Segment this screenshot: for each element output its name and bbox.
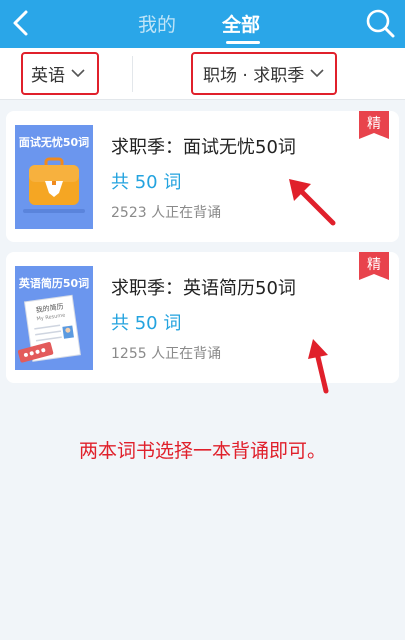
book-cover: 英语简历50词 我的简历 My Resume bbox=[15, 266, 93, 370]
cover-title: 面试无忧50词 bbox=[18, 136, 90, 149]
book-title: 求职季：英语简历50词 bbox=[111, 278, 296, 299]
language-filter-dropdown[interactable]: 英语 bbox=[21, 52, 99, 95]
cover-title: 英语简历50词 bbox=[18, 277, 90, 290]
resume-document-icon: 我的简历 My Resume bbox=[17, 294, 81, 363]
book-title: 求职季：面试无忧50词 bbox=[111, 137, 296, 158]
featured-badge-label: 精 bbox=[367, 116, 381, 132]
book-cover: 面试无忧50词 bbox=[15, 125, 93, 229]
featured-badge: 精 bbox=[359, 252, 389, 280]
featured-badge-label: 精 bbox=[367, 257, 381, 273]
category-filter-label: 职场 · 求职季 bbox=[203, 66, 305, 86]
annotation-arrow-icon bbox=[289, 179, 336, 226]
search-icon[interactable] bbox=[363, 6, 397, 40]
annotation-note: 两本词书选择一本背诵即可。 bbox=[78, 440, 326, 462]
annotation-arrow-icon bbox=[308, 339, 329, 394]
tab-all[interactable]: 全部 bbox=[222, 10, 260, 37]
chevron-down-icon bbox=[71, 69, 85, 78]
filter-divider bbox=[132, 56, 133, 92]
featured-badge: 精 bbox=[359, 111, 389, 139]
language-filter-label: 英语 bbox=[31, 66, 65, 86]
word-count: 共 50 词 bbox=[111, 313, 182, 334]
filter-bar: 英语 职场 · 求职季 bbox=[0, 48, 405, 100]
tab-mine[interactable]: 我的 bbox=[138, 10, 176, 37]
word-count: 共 50 词 bbox=[111, 172, 182, 193]
briefcase-icon bbox=[23, 157, 85, 213]
active-tab-indicator bbox=[226, 41, 260, 44]
book-card-resume[interactable]: 英语简历50词 我的简历 My Resume 求职季：英语简历50词 共 50 bbox=[6, 252, 399, 383]
category-filter-dropdown[interactable]: 职场 · 求职季 bbox=[191, 52, 337, 95]
back-chevron-icon[interactable] bbox=[6, 6, 38, 40]
learner-count: 2523 人正在背诵 bbox=[111, 205, 222, 221]
chevron-down-icon bbox=[310, 69, 324, 78]
book-card-interview[interactable]: 面试无忧50词 求职季：面试无忧50词 共 50 词 2523 人正在背诵 精 bbox=[6, 111, 399, 242]
learner-count: 1255 人正在背诵 bbox=[111, 346, 222, 362]
top-navigation-bar: 我的 全部 bbox=[0, 0, 405, 48]
